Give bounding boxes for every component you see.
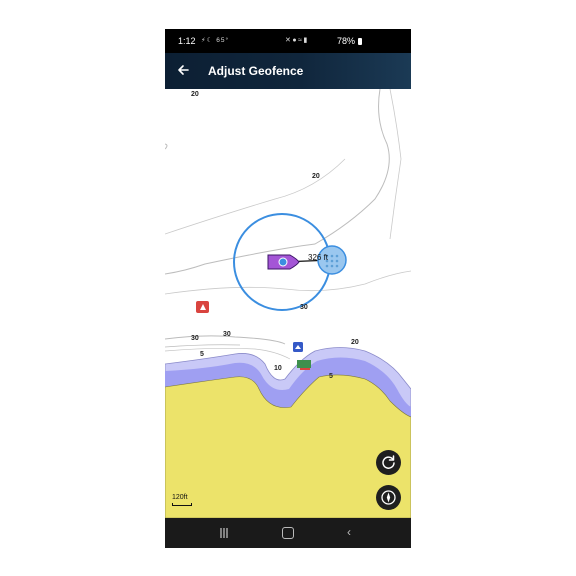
status-bar: 1:12 ⚡☾ 65° ✕●≈▮ 78% [165, 29, 411, 53]
depth-label: 30 [300, 304, 308, 311]
depth-label: 20 [191, 91, 199, 98]
refresh-icon [382, 455, 395, 469]
depth-label: 5 [329, 373, 333, 380]
depth-label: 10 [274, 365, 282, 372]
battery-icon [358, 38, 362, 45]
android-nav-bar: ‹ [165, 518, 411, 548]
phone-screen: 1:12 ⚡☾ 65° ✕●≈▮ 78% Adjust Geofence 20 … [165, 29, 411, 548]
nautical-chart-map[interactable]: 20 20 30 30 30 5 10 5 20 326 ft 120ft [165, 89, 411, 518]
depth-label: 20 [351, 339, 359, 346]
page-title: Adjust Geofence [208, 64, 304, 78]
depth-label: 30 [191, 335, 199, 342]
red-marker-icon [196, 301, 209, 313]
recents-icon[interactable] [219, 528, 229, 538]
nav-back-icon[interactable]: ‹ [347, 526, 351, 538]
system-status-icons: ✕●≈▮ [285, 36, 309, 44]
depth-label: 5 [200, 351, 204, 358]
status-time: 1:12 [178, 36, 196, 46]
blue-marker-icon [293, 342, 303, 352]
compass-button[interactable] [376, 485, 401, 510]
map-scale-label: 120ft [172, 494, 188, 501]
rotate-map-button[interactable] [376, 450, 401, 475]
map-scale-bar [172, 503, 192, 506]
weather-icon: ☾ [206, 37, 214, 44]
back-arrow-icon[interactable] [175, 62, 191, 78]
notification-icons: ⚡☾ 65° [201, 36, 229, 44]
app-bar: Adjust Geofence [165, 53, 411, 89]
home-icon[interactable] [282, 527, 294, 539]
chart-canvas [165, 89, 411, 518]
depth-label: 30 [223, 331, 231, 338]
depth-label: 20 [312, 173, 320, 180]
cell-signal-icon: ▮ [303, 37, 309, 44]
status-temperature: 65° [216, 37, 230, 44]
battery-percentage: 78% [337, 36, 356, 46]
geofence-distance-label: 326 ft [308, 253, 329, 262]
compass-icon [381, 490, 396, 505]
